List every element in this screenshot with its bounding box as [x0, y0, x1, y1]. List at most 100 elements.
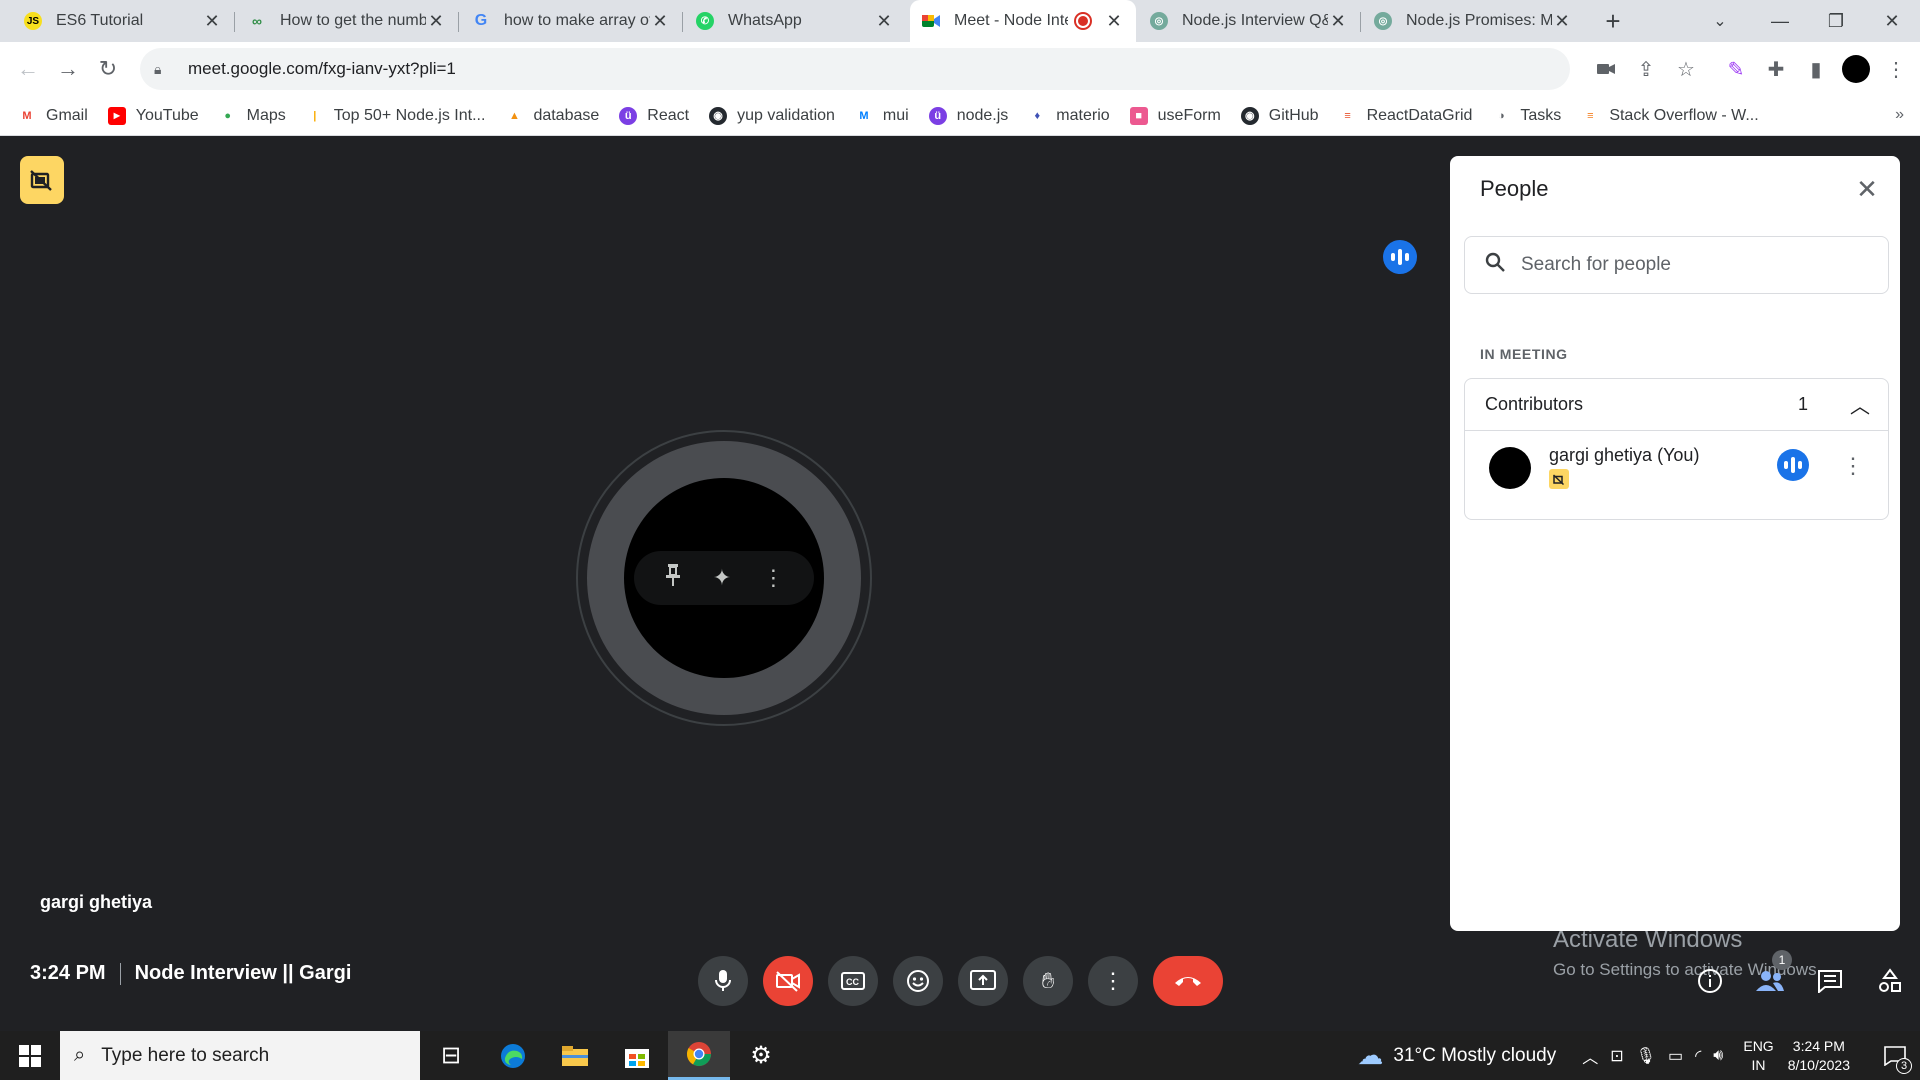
- tab-nodejs-promises[interactable]: ◎ Node.js Promises: Ma ✕: [1362, 0, 1584, 42]
- visual-effects-sparkle-icon[interactable]: ✦: [713, 565, 731, 591]
- tab-close-icon[interactable]: ✕: [650, 11, 670, 32]
- meeting-details-info-button[interactable]: [1680, 956, 1740, 1006]
- microphone-button[interactable]: [698, 956, 748, 1006]
- extensions-puzzle-icon[interactable]: ✚: [1756, 49, 1796, 89]
- emoji-reaction-button[interactable]: [893, 956, 943, 1006]
- search-icon: ⌕: [74, 1044, 86, 1066]
- geeksforgeeks-favicon-icon: ∞: [252, 13, 262, 29]
- avatar: ✦ ⋮: [624, 478, 824, 678]
- microphone-in-use-icon[interactable]: 🎙︎: [1636, 1046, 1656, 1066]
- reload-button[interactable]: ↻: [88, 49, 128, 89]
- tab-title: How to get the numb: [280, 12, 426, 29]
- tab-meet[interactable]: Meet - Node Inte ✕: [910, 0, 1136, 42]
- microsoft-store-icon[interactable]: [606, 1031, 668, 1080]
- tab-how-to-get-number[interactable]: ∞ How to get the numb ✕: [236, 0, 458, 42]
- bookmark-yup-validation[interactable]: ◉ yup validation: [709, 106, 835, 125]
- tab-es6-tutorial[interactable]: JS ES6 Tutorial ✕: [12, 0, 234, 42]
- tab-close-icon[interactable]: ✕: [202, 11, 222, 32]
- task-view-icon[interactable]: ⊟: [420, 1031, 482, 1080]
- github-icon: ◉: [709, 106, 728, 125]
- chrome-app-icon[interactable]: [668, 1031, 730, 1080]
- search-people-input[interactable]: Search for people: [1464, 236, 1889, 294]
- close-panel-button[interactable]: ✕: [1852, 174, 1882, 204]
- wifi-icon[interactable]: ◜: [1695, 1046, 1701, 1066]
- tab-nodejs-interview[interactable]: ◎ Node.js Interview Q& ✕: [1138, 0, 1360, 42]
- bookmark-stack-overflow[interactable]: ≡ Stack Overflow - W...: [1581, 107, 1759, 125]
- meet-now-icon[interactable]: ⊡: [1610, 1046, 1623, 1066]
- share-icon[interactable]: ⇪: [1626, 49, 1666, 89]
- bookmark-nodejs[interactable]: ü node.js: [928, 106, 1008, 125]
- bookmark-reactdatagrid[interactable]: ≡ ReactDataGrid: [1339, 107, 1472, 125]
- tab-close-icon[interactable]: ✕: [426, 11, 446, 32]
- profile-avatar[interactable]: [1836, 49, 1876, 89]
- close-window-button[interactable]: ✕: [1864, 0, 1920, 42]
- cloud-weather-icon: ☁: [1357, 1040, 1384, 1070]
- people-button[interactable]: 1: [1740, 950, 1800, 1006]
- lock-icon[interactable]: 🔒︎: [154, 61, 172, 78]
- participant-count-badge: 1: [1772, 950, 1792, 970]
- bookmark-youtube[interactable]: ▶ YouTube: [107, 106, 199, 125]
- tab-close-icon[interactable]: ✕: [874, 11, 894, 32]
- bookmark-useform[interactable]: ■ useForm: [1129, 106, 1221, 125]
- bookmark-star-icon[interactable]: ☆: [1666, 49, 1706, 89]
- participant-row[interactable]: gargi ghetiya (You) ⋮: [1465, 431, 1888, 519]
- forward-button[interactable]: →: [48, 49, 88, 89]
- edge-app-icon[interactable]: [482, 1031, 544, 1080]
- leave-call-button[interactable]: [1153, 956, 1223, 1006]
- show-hidden-icons-chevron-icon[interactable]: ︿: [1582, 1044, 1598, 1068]
- participant-tile[interactable]: ✦ ⋮: [576, 430, 872, 726]
- activities-button[interactable]: [1860, 956, 1920, 1006]
- restore-button[interactable]: ❐: [1808, 0, 1864, 42]
- tab-close-icon[interactable]: ✕: [1104, 11, 1124, 32]
- settings-gear-icon[interactable]: ⚙: [730, 1031, 792, 1080]
- tab-whatsapp[interactable]: ✆ WhatsApp ✕: [684, 0, 906, 42]
- speaking-indicator-icon: [1383, 240, 1417, 274]
- back-button[interactable]: ←: [8, 49, 48, 89]
- bookmarks-overflow-icon[interactable]: »: [1895, 106, 1904, 124]
- more-options-icon[interactable]: ⋮: [762, 565, 784, 591]
- bookmark-mui[interactable]: Mmui: [855, 107, 908, 125]
- pen-extension-icon[interactable]: ✎: [1716, 49, 1756, 89]
- participant-name: gargi ghetiya (You): [1549, 445, 1700, 465]
- pin-icon[interactable]: [664, 563, 682, 593]
- raise-hand-button[interactable]: ✋︎: [1023, 956, 1073, 1006]
- camera-in-use-icon[interactable]: [1586, 49, 1626, 89]
- language-indicator[interactable]: ENG IN: [1743, 1037, 1773, 1075]
- participant-more-icon[interactable]: ⋮: [1842, 453, 1864, 479]
- windows-start-icon[interactable]: [0, 1031, 60, 1080]
- file-explorer-icon[interactable]: [544, 1031, 606, 1080]
- more-options-button[interactable]: ⋮: [1088, 956, 1138, 1006]
- present-screen-button[interactable]: [958, 956, 1008, 1006]
- taskbar-search-input[interactable]: ⌕ Type here to search: [60, 1031, 420, 1080]
- tab-array-search[interactable]: G how to make array of ✕: [460, 0, 682, 42]
- tab-close-icon[interactable]: ✕: [1552, 11, 1572, 32]
- bookmark-github[interactable]: ◉ GitHub: [1240, 106, 1319, 125]
- tab-title: how to make array of: [504, 12, 650, 29]
- address-bar[interactable]: 🔒︎ meet.google.com/fxg-ianv-yxt?pli=1: [140, 48, 1570, 90]
- tab-close-icon[interactable]: ✕: [1328, 11, 1348, 32]
- bookmark-react[interactable]: ü React: [619, 106, 689, 125]
- chat-button[interactable]: [1800, 956, 1860, 1006]
- camera-off-badge-icon[interactable]: [20, 156, 64, 204]
- side-panel-icon[interactable]: ▮: [1796, 49, 1836, 89]
- taskbar-clock[interactable]: 3:24 PM 8/10/2023: [1788, 1037, 1850, 1075]
- bookmark-gmail[interactable]: M Gmail: [18, 107, 87, 125]
- bookmark-maps[interactable]: ● Maps: [219, 107, 285, 125]
- chevron-up-icon[interactable]: ︿: [1850, 390, 1870, 419]
- tab-search-icon[interactable]: ⌄: [1700, 0, 1740, 42]
- bookmark-database[interactable]: ▲ database: [505, 107, 599, 125]
- notification-center-icon[interactable]: 3: [1870, 1031, 1920, 1080]
- volume-icon[interactable]: 🔊︎: [1713, 1047, 1723, 1065]
- bookmark-tasks[interactable]: ◑ Tasks: [1492, 107, 1561, 125]
- new-tab-button[interactable]: +: [1596, 4, 1630, 38]
- weather-widget[interactable]: ☁ 31°C Mostly cloudy: [1357, 1040, 1556, 1071]
- contributors-header[interactable]: Contributors 1 ︿: [1465, 379, 1888, 431]
- captions-button[interactable]: CC: [828, 956, 878, 1006]
- battery-icon[interactable]: ▭: [1668, 1046, 1683, 1066]
- chrome-menu-icon[interactable]: ⋮: [1876, 49, 1916, 89]
- bookmark-materio[interactable]: ♦ materio: [1028, 107, 1109, 125]
- minimize-button[interactable]: —: [1752, 0, 1808, 42]
- camera-off-button[interactable]: [763, 956, 813, 1006]
- meeting-title[interactable]: Node Interview || Gargi: [135, 962, 352, 985]
- bookmark-top-50-nodejs[interactable]: | Top 50+ Node.js Int...: [306, 107, 485, 125]
